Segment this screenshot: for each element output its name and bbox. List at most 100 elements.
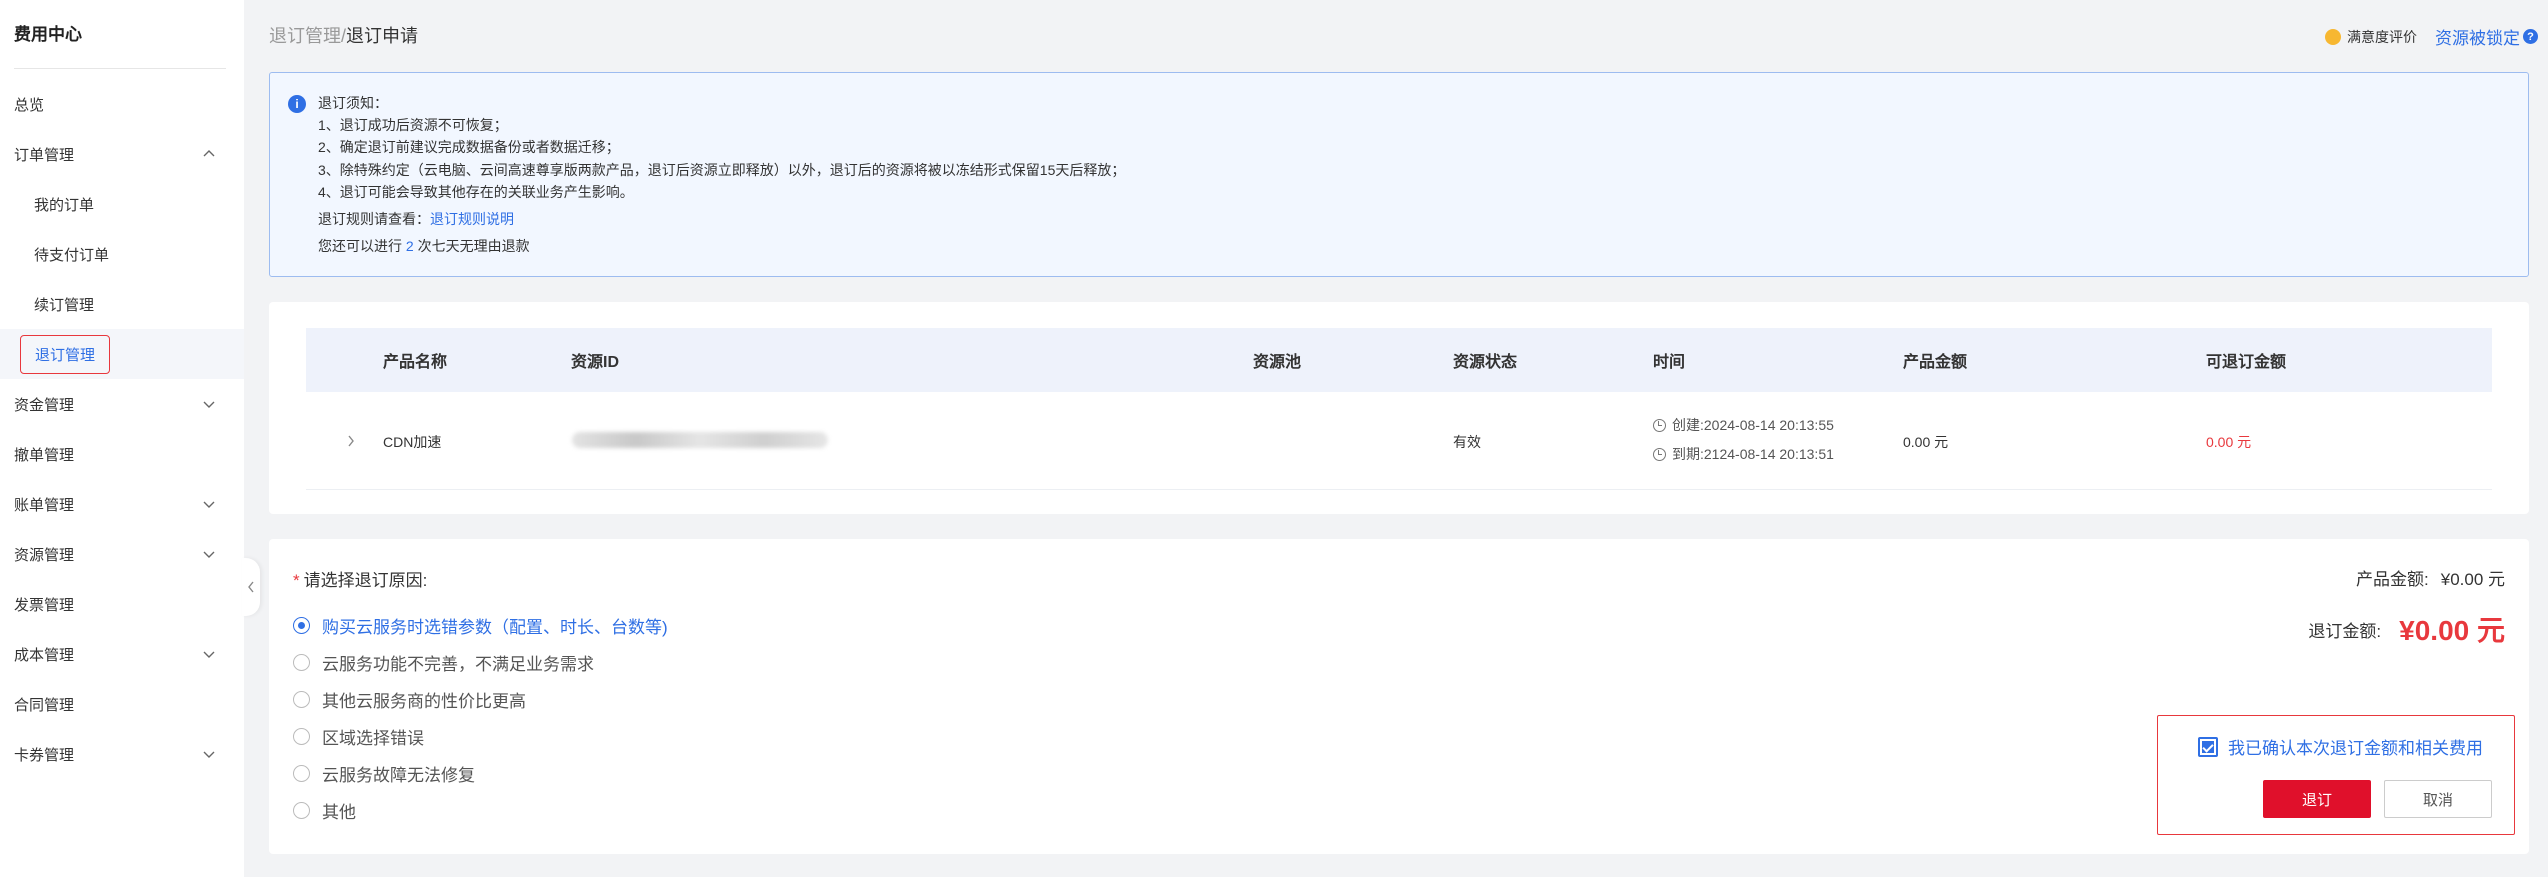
radio-icon — [293, 802, 310, 819]
product-amount-label: 产品金额: — [2356, 570, 2429, 589]
sidebar-item-withdrawals[interactable]: 撤单管理 — [0, 429, 244, 479]
reason-option[interactable]: 其他云服务商的性价比更高 — [293, 687, 526, 712]
reason-option[interactable]: 云服务故障无法修复 — [293, 761, 475, 786]
clock-icon — [1653, 448, 1666, 461]
sidebar-item-label: 账单管理 — [14, 496, 75, 514]
resource-locked-label: 资源被锁定 — [2435, 29, 2520, 48]
resource-table-card: 产品名称 资源ID 资源池 资源状态 时间 产品金额 可退订金额 CDN加速 有… — [269, 302, 2529, 514]
reason-option[interactable]: 区域选择错误 — [293, 724, 424, 749]
satisfaction-label: 满意度评价 — [2347, 28, 2417, 45]
sidebar-item-invoices[interactable]: 发票管理 — [0, 579, 244, 629]
product-name: CDN加速 — [383, 434, 442, 450]
unsubscribe-notice: i 退订须知： 1、退订成功后资源不可恢复； 2、确定退订前建议完成数据备份或者… — [269, 72, 2529, 277]
sidebar-item-label: 撤单管理 — [14, 446, 75, 464]
resource-status: 有效 — [1453, 434, 1481, 450]
notice-refund-row: 您还可以进行 2 次七天无理由退款 — [318, 236, 530, 256]
confirm-panel: 我已确认本次退订金额和相关费用 退订 取消 — [2157, 715, 2515, 835]
sidebar-item-label: 合同管理 — [14, 696, 75, 714]
notice-rule-prefix: 退订规则请查看： — [318, 211, 430, 227]
header-actions: 满意度评价 资源被锁定 ? — [2325, 24, 2538, 49]
reason-option-label: 其他 — [322, 803, 356, 822]
notice-line: 4、退订可能会导致其他存在的关联业务产生影响。 — [318, 184, 634, 200]
chevron-down-icon — [203, 501, 215, 508]
radio-icon — [293, 728, 310, 745]
sidebar-item-label: 总览 — [14, 96, 45, 114]
notice-line: 3、除特殊约定（云电脑、云间高速尊享版两款产品，退订后资源立即释放）以外，退订后… — [318, 162, 1126, 178]
sidebar-item-pending-orders[interactable]: 待支付订单 — [0, 229, 244, 279]
refund-amount-summary: 退订金额: ¥0.00 元 — [2308, 609, 2505, 649]
sidebar-item-label: 成本管理 — [14, 646, 75, 664]
refund-count: 2 — [405, 238, 414, 254]
product-amount-summary: 产品金额: ¥0.00 元 — [2356, 565, 2505, 590]
required-mark: * — [293, 571, 300, 590]
confirm-checkbox-label: 我已确认本次退订金额和相关费用 — [2228, 739, 2483, 758]
sidebar-item-bills[interactable]: 账单管理 — [0, 479, 244, 529]
checkbox-checked-icon[interactable] — [2198, 736, 2218, 757]
column-header: 时间 — [1653, 354, 1686, 371]
chevron-left-icon — [248, 581, 254, 593]
confirm-checkbox-row[interactable]: 我已确认本次退订金额和相关费用 — [2198, 734, 2483, 759]
chevron-down-icon — [203, 751, 215, 758]
breadcrumb-current: 退订申请 — [346, 26, 419, 46]
radio-selected-icon — [293, 617, 310, 634]
sidebar-item-funds[interactable]: 资金管理 — [0, 379, 244, 429]
sidebar-item-overview[interactable]: 总览 — [0, 79, 244, 129]
reason-option-label: 区域选择错误 — [322, 729, 424, 748]
reason-title: * 请选择退订原因: — [293, 566, 427, 591]
sidebar-item-label: 订单管理 — [14, 146, 75, 164]
sidebar-item-label: 发票管理 — [14, 596, 75, 614]
notice-rule-row: 退订规则请查看：退订规则说明 — [318, 209, 514, 229]
chevron-up-icon — [203, 150, 215, 157]
notice-title: 退订须知： — [318, 95, 388, 111]
expire-time: 到期:2124-08-14 20:13:51 — [1653, 444, 1834, 464]
reason-option[interactable]: 购买云服务时选错参数（配置、时长、台数等) — [293, 613, 668, 638]
reason-option-label: 其他云服务商的性价比更高 — [322, 692, 526, 711]
reason-option-label: 云服务故障无法修复 — [322, 766, 475, 785]
sidebar-item-label: 续订管理 — [34, 296, 95, 314]
sidebar-item-label: 我的订单 — [34, 196, 95, 214]
refundable-amount: 0.00 元 — [2206, 434, 2252, 450]
reason-option[interactable]: 云服务功能不完善，不满足业务需求 — [293, 650, 594, 675]
table-row: CDN加速 有效 创建:2024-08-14 20:13:55 到期:2124-… — [306, 392, 2492, 490]
help-icon: ? — [2523, 29, 2538, 44]
column-header: 资源ID — [571, 354, 620, 371]
unsubscribe-rules-link[interactable]: 退订规则说明 — [430, 211, 514, 227]
sidebar-item-label: 资源管理 — [14, 546, 75, 564]
sidebar-item-label: 资金管理 — [14, 396, 75, 414]
column-header: 资源池 — [1253, 354, 1302, 371]
expire-time-text: 到期:2124-08-14 20:13:51 — [1672, 446, 1834, 462]
resource-locked-link[interactable]: 资源被锁定 ? — [2435, 24, 2538, 49]
satisfaction-survey-link[interactable]: 满意度评价 — [2325, 27, 2417, 47]
sidebar-item-unsubscribe[interactable]: 退订管理 — [0, 329, 244, 379]
sidebar-collapse-toggle[interactable] — [242, 558, 260, 616]
notice-line: 2、确定退订前建议完成数据备份或者数据迁移； — [318, 139, 620, 155]
refund-amount-value: ¥0.00 元 — [2399, 615, 2505, 646]
column-header: 产品金额 — [1903, 354, 1968, 371]
radio-icon — [293, 691, 310, 708]
notice-line: 1、退订成功后资源不可恢复； — [318, 117, 508, 133]
product-amount: 0.00 元 — [1903, 434, 1949, 450]
sidebar-title: 费用中心 — [14, 25, 82, 44]
sidebar-item-coupons[interactable]: 卡券管理 — [0, 729, 244, 779]
breadcrumb: 退订管理/退订申请 — [269, 22, 418, 48]
sidebar-divider — [14, 68, 226, 69]
breadcrumb-parent[interactable]: 退订管理 — [269, 26, 341, 46]
smile-icon — [2325, 28, 2341, 45]
sidebar-item-costs[interactable]: 成本管理 — [0, 629, 244, 679]
sidebar-item-orders[interactable]: 订单管理 — [0, 129, 244, 179]
expand-row-icon[interactable] — [346, 434, 356, 448]
sidebar-item-contracts[interactable]: 合同管理 — [0, 679, 244, 729]
product-amount-value: ¥0.00 元 — [2440, 570, 2505, 589]
unsubscribe-button[interactable]: 退订 — [2263, 780, 2371, 818]
sidebar-item-label: 退订管理 — [20, 334, 111, 374]
sidebar-item-renewals[interactable]: 续订管理 — [0, 279, 244, 329]
reason-option[interactable]: 其他 — [293, 798, 356, 823]
reason-title-text: 请选择退订原因: — [303, 571, 428, 590]
sidebar-item-my-orders[interactable]: 我的订单 — [0, 179, 244, 229]
sidebar-item-resources[interactable]: 资源管理 — [0, 529, 244, 579]
info-icon: i — [288, 95, 306, 113]
chevron-down-icon — [203, 401, 215, 408]
created-time-text: 创建:2024-08-14 20:13:55 — [1672, 417, 1834, 433]
refund-prefix: 您还可以进行 — [318, 238, 406, 254]
cancel-button[interactable]: 取消 — [2384, 780, 2492, 818]
